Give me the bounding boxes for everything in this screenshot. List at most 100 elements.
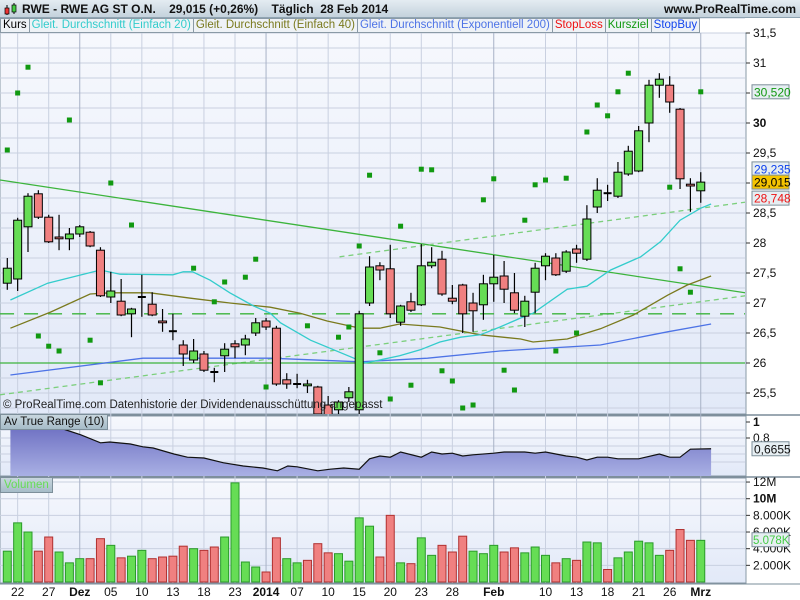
legend-item[interactable]: Gleit. Durchschnitt (Einfach 40) [192,18,358,33]
volume-bar [613,557,623,583]
kursziel-marker [25,64,31,70]
indicator-legend: Kurs Gleit. Durchschnitt (Einfach 20) Glei… [0,18,701,33]
volume-bar [178,545,188,583]
volume-bar [168,555,178,583]
y-tick-label: 29,5 [753,146,777,160]
kursziel-marker [522,217,528,223]
volume-bar [282,558,292,583]
candle-body [127,308,136,315]
volume-bar [95,538,105,583]
x-tick-label: 20 [384,585,398,599]
volume-bar [230,482,240,583]
kursziel-marker [677,266,683,272]
kursziel-marker [387,396,393,402]
candle-body [95,249,105,297]
volume-bar [302,559,312,583]
kursziel-marker [242,274,248,280]
candle-body [23,195,33,228]
candle-body [447,297,457,302]
legend-item[interactable]: StopBuy [650,18,701,33]
candle-body [541,255,550,267]
kursziel-marker [211,299,217,305]
kursziel-marker [56,348,62,354]
site-link[interactable]: www.ProRealTime.com [664,2,796,16]
kursziel-marker [367,172,373,178]
candle[interactable] [199,351,209,372]
legend-item[interactable]: StopLoss [551,18,606,33]
candle[interactable] [85,231,95,248]
kursziel-marker [687,289,693,295]
candle-body [251,322,261,334]
volume-bar [209,546,219,583]
volume-bar [582,541,592,583]
legend-item[interactable]: Gleit. Durchschnitt (Exponentiell 200) [356,18,553,33]
price-panel[interactable] [0,32,747,415]
volume-bar [685,539,695,583]
candle-body [437,258,447,295]
kursziel-marker [346,324,352,330]
candle[interactable] [33,190,43,219]
candle[interactable] [675,108,685,189]
volume-bar [13,522,23,583]
volume-bar [313,543,323,583]
volume-bar [665,549,675,583]
x-tick-label: 2014 [253,585,280,599]
volume-bar [2,550,12,583]
legend-item[interactable]: Kursziel [604,18,652,33]
candle[interactable] [44,214,54,243]
chart-window: 22 27 Dez 05 10 13 18 23 2014 07 10 15 20 23 28 Feb 10 13… [0,0,800,600]
instrument-title: RWE - RWE AG ST O.N. 29,015 (+0,26%) Täg… [22,2,389,16]
candle-body [54,236,64,240]
candle-body [189,350,199,361]
candle[interactable] [271,325,281,386]
volume-bar [365,525,375,583]
volume-tick-label: 2.000K [753,558,791,572]
candle-body [240,338,250,346]
x-tick-label: 10 [321,585,335,599]
price-badge-label: 29,235 [754,162,791,176]
x-tick-label: 18 [601,585,615,599]
candle[interactable] [634,126,644,173]
volume-bar [85,558,95,583]
volume-bar [427,554,437,583]
kursziel-marker [429,167,435,173]
candle-body [644,84,654,124]
volume-bar [158,556,168,583]
candle-body [416,265,426,306]
candle-body [2,267,12,284]
candle-body [478,283,488,306]
candle[interactable] [396,304,406,326]
volume-bar [541,554,550,583]
kursziel-marker [418,166,424,172]
candle[interactable] [561,250,571,273]
volume-bar [592,542,602,583]
kursziel-marker [253,256,259,262]
legend-item[interactable]: Gleit. Durchschnitt (Einfach 20) [28,18,194,33]
atr-panel-label[interactable]: Av True Range (10) [0,414,109,430]
copyright-note: © ProRealTime.com Datenhistorie der Divi… [3,399,383,411]
x-tick-label: Feb [483,585,504,599]
candle-body [282,379,292,385]
volume-bar [375,556,385,583]
kursziel-marker [439,368,445,374]
candle-body [116,300,126,316]
legend-item[interactable]: Kurs [0,18,30,33]
kursziel-marker [304,323,310,329]
chart-canvas[interactable]: 22 27 Dez 05 10 13 18 23 2014 07 10 15 20 23 28 Feb 10 13… [0,0,800,600]
kursziel-marker [543,177,548,183]
volume-panel-label[interactable]: Volumen [0,477,53,493]
candlestick-logo-icon [4,3,17,15]
candle-body [458,284,468,315]
kursziel-marker [408,382,414,388]
x-tick-label: 05 [104,585,118,599]
volume-bar [572,559,582,583]
x-tick-label: 07 [290,585,304,599]
volume-bar [220,536,230,583]
candle-body [489,276,499,285]
volume-bar [675,529,685,583]
candle[interactable] [95,247,105,297]
atr-badge-label: 0,6655 [754,442,791,456]
candle-body [178,344,188,355]
kursziel-marker [615,89,621,95]
kursziel-marker [449,378,455,384]
